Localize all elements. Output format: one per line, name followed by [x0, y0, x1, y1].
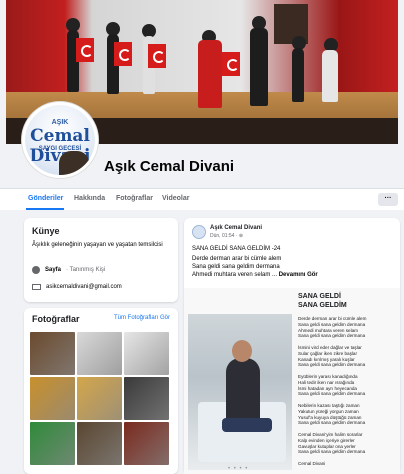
post-line: Derde derman arar bi cümle alem — [192, 256, 282, 262]
page-type-value: · Tanınmış Kişi — [66, 267, 106, 273]
tab-videos[interactable]: Videolar — [162, 195, 190, 202]
photo-thumbnail[interactable] — [77, 422, 122, 465]
profile-avatar[interactable]: AŞIK Cemal Divani SAYGI GECESİ — [22, 102, 98, 178]
person-head — [232, 340, 252, 362]
tab-photos[interactable]: Fotoğraflar — [116, 195, 153, 202]
page-type-label: Sayfa — [45, 267, 62, 273]
photo-thumbnail[interactable] — [77, 332, 122, 375]
photo-thumbnail[interactable] — [77, 377, 122, 420]
photos-card: Fotoğraflar Tüm Fotoğrafları Gör — [24, 308, 178, 474]
post-title: SANA GELDİ SANA GELDİM -24 — [192, 246, 281, 252]
flag — [76, 38, 94, 62]
photo-thumbnail[interactable] — [30, 377, 75, 420]
flag — [114, 42, 132, 66]
flag — [222, 52, 240, 76]
info-icon — [32, 266, 40, 274]
musician — [322, 50, 338, 102]
performer — [250, 28, 268, 106]
more-options-button[interactable]: ··· — [378, 193, 398, 206]
photo-grid — [30, 332, 169, 465]
photo-thumbnail[interactable] — [124, 332, 169, 375]
logo-line-1: AŞIK — [51, 119, 69, 126]
performer — [292, 48, 304, 102]
email-link[interactable]: asikcemaldivani@gmail.com — [46, 284, 122, 290]
intro-card: Künye Âşıklık geleneğinin yaşayan ve yaş… — [24, 218, 178, 302]
tab-posts[interactable]: Gönderiler — [28, 195, 63, 202]
poem-line: Sana geldi sana geldim dermana — [298, 362, 366, 368]
post-timestamp[interactable]: Dün, 01:54 · ⊕ — [210, 233, 243, 239]
person-legs — [222, 418, 272, 432]
poem-line: Sana geldi sana geldim dermana — [298, 420, 366, 426]
avatar-figure — [59, 151, 89, 175]
post-author-name[interactable]: Aşık Cemal Divani — [210, 225, 262, 231]
page-title: Aşık Cemal Divani — [104, 158, 235, 175]
tab-about[interactable]: Hakkında — [74, 195, 105, 202]
poem-line: Sana geldi sana geldim dermana — [298, 333, 366, 339]
post-author-avatar[interactable] — [192, 225, 206, 239]
performer — [198, 40, 222, 108]
photo-thumbnail[interactable] — [124, 377, 169, 420]
carousel-dots: • • • • — [228, 466, 249, 472]
poem-title: SANA GELDİ SANA GELDİM — [298, 292, 398, 310]
flag — [148, 44, 166, 68]
mail-icon — [32, 284, 41, 290]
person — [226, 358, 260, 422]
page-category-row: Sayfa · Tanınmış Kişi — [32, 266, 105, 274]
photo-thumbnail[interactable] — [124, 422, 169, 465]
post-line: Sana geldi sana geldim dermana — [192, 264, 280, 270]
poem-title-line-1: SANA GELDİ — [298, 293, 341, 300]
email-row[interactable]: asikcemaldivani@gmail.com — [32, 284, 122, 290]
poem-line: Sana geldi sana geldim dermana — [298, 449, 366, 455]
intro-title: Künye — [32, 226, 60, 236]
poem-title-line-2: SANA GELDİM — [298, 302, 347, 309]
see-more-link[interactable]: Devamını Gör — [279, 272, 318, 278]
poem-line: Sana geldi sana geldim dermana — [298, 391, 366, 397]
photo-thumbnail[interactable] — [30, 332, 75, 375]
logo-line-3: SAYGI GECESİ — [38, 146, 82, 152]
post-image[interactable]: SANA GELDİ SANA GELDİM Derde derman arar… — [184, 288, 400, 474]
intro-description: Âşıklık geleneğinin yaşayan ve yaşatan t… — [32, 242, 163, 248]
poem-line: Cemal Divani — [298, 461, 326, 466]
page-tabs: Gönderiler Hakkında Fotoğraflar Videolar… — [0, 188, 404, 210]
photos-title: Fotoğraflar — [32, 314, 80, 324]
post-card: Aşık Cemal Divani Dün, 01:54 · ⊕ SANA GE… — [184, 218, 400, 474]
active-tab-indicator — [26, 208, 64, 210]
hospital-photo — [188, 314, 292, 470]
photo-thumbnail[interactable] — [30, 422, 75, 465]
post-line-with-more: Ahmedi muhtara veren selam ... Devamını … — [192, 272, 318, 278]
post-line: Ahmedi muhtara veren selam ... — [192, 272, 278, 278]
see-all-photos-link[interactable]: Tüm Fotoğrafları Gör — [114, 315, 170, 321]
